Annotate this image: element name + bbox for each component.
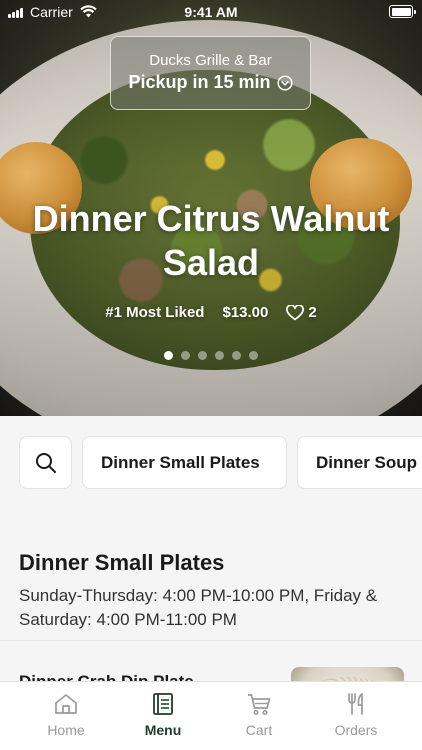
menu-book-icon — [153, 693, 173, 715]
home-icon — [55, 694, 77, 714]
item-price: $13.00 — [222, 304, 269, 321]
fork-knife-icon — [348, 693, 363, 715]
status-time: 9:41 AM — [184, 4, 238, 20]
section-title: Dinner Small Plates — [19, 550, 225, 575]
tab-cart[interactable]: Cart — [211, 692, 307, 738]
tab-label: Home — [47, 722, 85, 738]
pickup-label: Pickup in 15 min — [128, 72, 271, 92]
carousel-dot[interactable] — [215, 351, 224, 360]
tab-orders[interactable]: Orders — [308, 692, 404, 738]
tab-label: Menu — [144, 722, 182, 738]
battery-icon — [389, 5, 416, 18]
app-screen: Carrier 9:41 AM Ducks Grille & Bar Picku… — [0, 0, 422, 750]
heart-icon — [286, 304, 305, 320]
tab-menu[interactable]: Menu — [115, 692, 211, 738]
hero-banner[interactable]: Carrier 9:41 AM Ducks Grille & Bar Picku… — [0, 0, 422, 416]
section-hours: Sunday-Thursday: 4:00 PM-10:00 PM, Frida… — [19, 586, 378, 629]
carousel-dot[interactable] — [181, 351, 190, 360]
category-chip-small-plates[interactable]: Dinner Small Plates — [82, 436, 287, 489]
featured-item-title[interactable]: Dinner Citrus Walnut Salad — [0, 197, 422, 285]
carousel-dot[interactable] — [164, 351, 173, 360]
pickup-time: Pickup in 15 min — [128, 72, 293, 93]
status-bar: Carrier 9:41 AM — [0, 0, 422, 24]
search-icon — [35, 452, 56, 473]
carousel-dots[interactable] — [0, 351, 422, 360]
tab-home[interactable]: Home — [18, 692, 114, 738]
rank-badge: #1 Most Liked — [105, 304, 205, 321]
venue-name: Ducks Grille & Bar — [149, 52, 272, 69]
tab-bar: Home Menu Cart Orders — [0, 681, 422, 750]
featured-item-meta: #1 Most Liked $13.00 2 — [0, 304, 422, 321]
tab-label: Cart — [245, 722, 273, 738]
chevron-down-circle-icon — [276, 74, 293, 91]
carousel-dot[interactable] — [232, 351, 241, 360]
like-count: 2 — [308, 304, 317, 321]
carousel-dot[interactable] — [198, 351, 207, 360]
cart-icon — [248, 694, 271, 716]
menu-section-header: Dinner Small Plates Sunday-Thursday: 4:0… — [0, 510, 422, 640]
carousel-dot[interactable] — [249, 351, 258, 360]
search-button[interactable] — [19, 436, 72, 489]
category-chip-soup[interactable]: Dinner Soup — [297, 436, 422, 489]
like-button[interactable]: 2 — [286, 304, 317, 321]
category-bar: Dinner Small Plates Dinner Soup — [0, 416, 422, 510]
tab-label: Orders — [334, 722, 378, 738]
venue-selector[interactable]: Ducks Grille & Bar Pickup in 15 min — [110, 36, 311, 110]
